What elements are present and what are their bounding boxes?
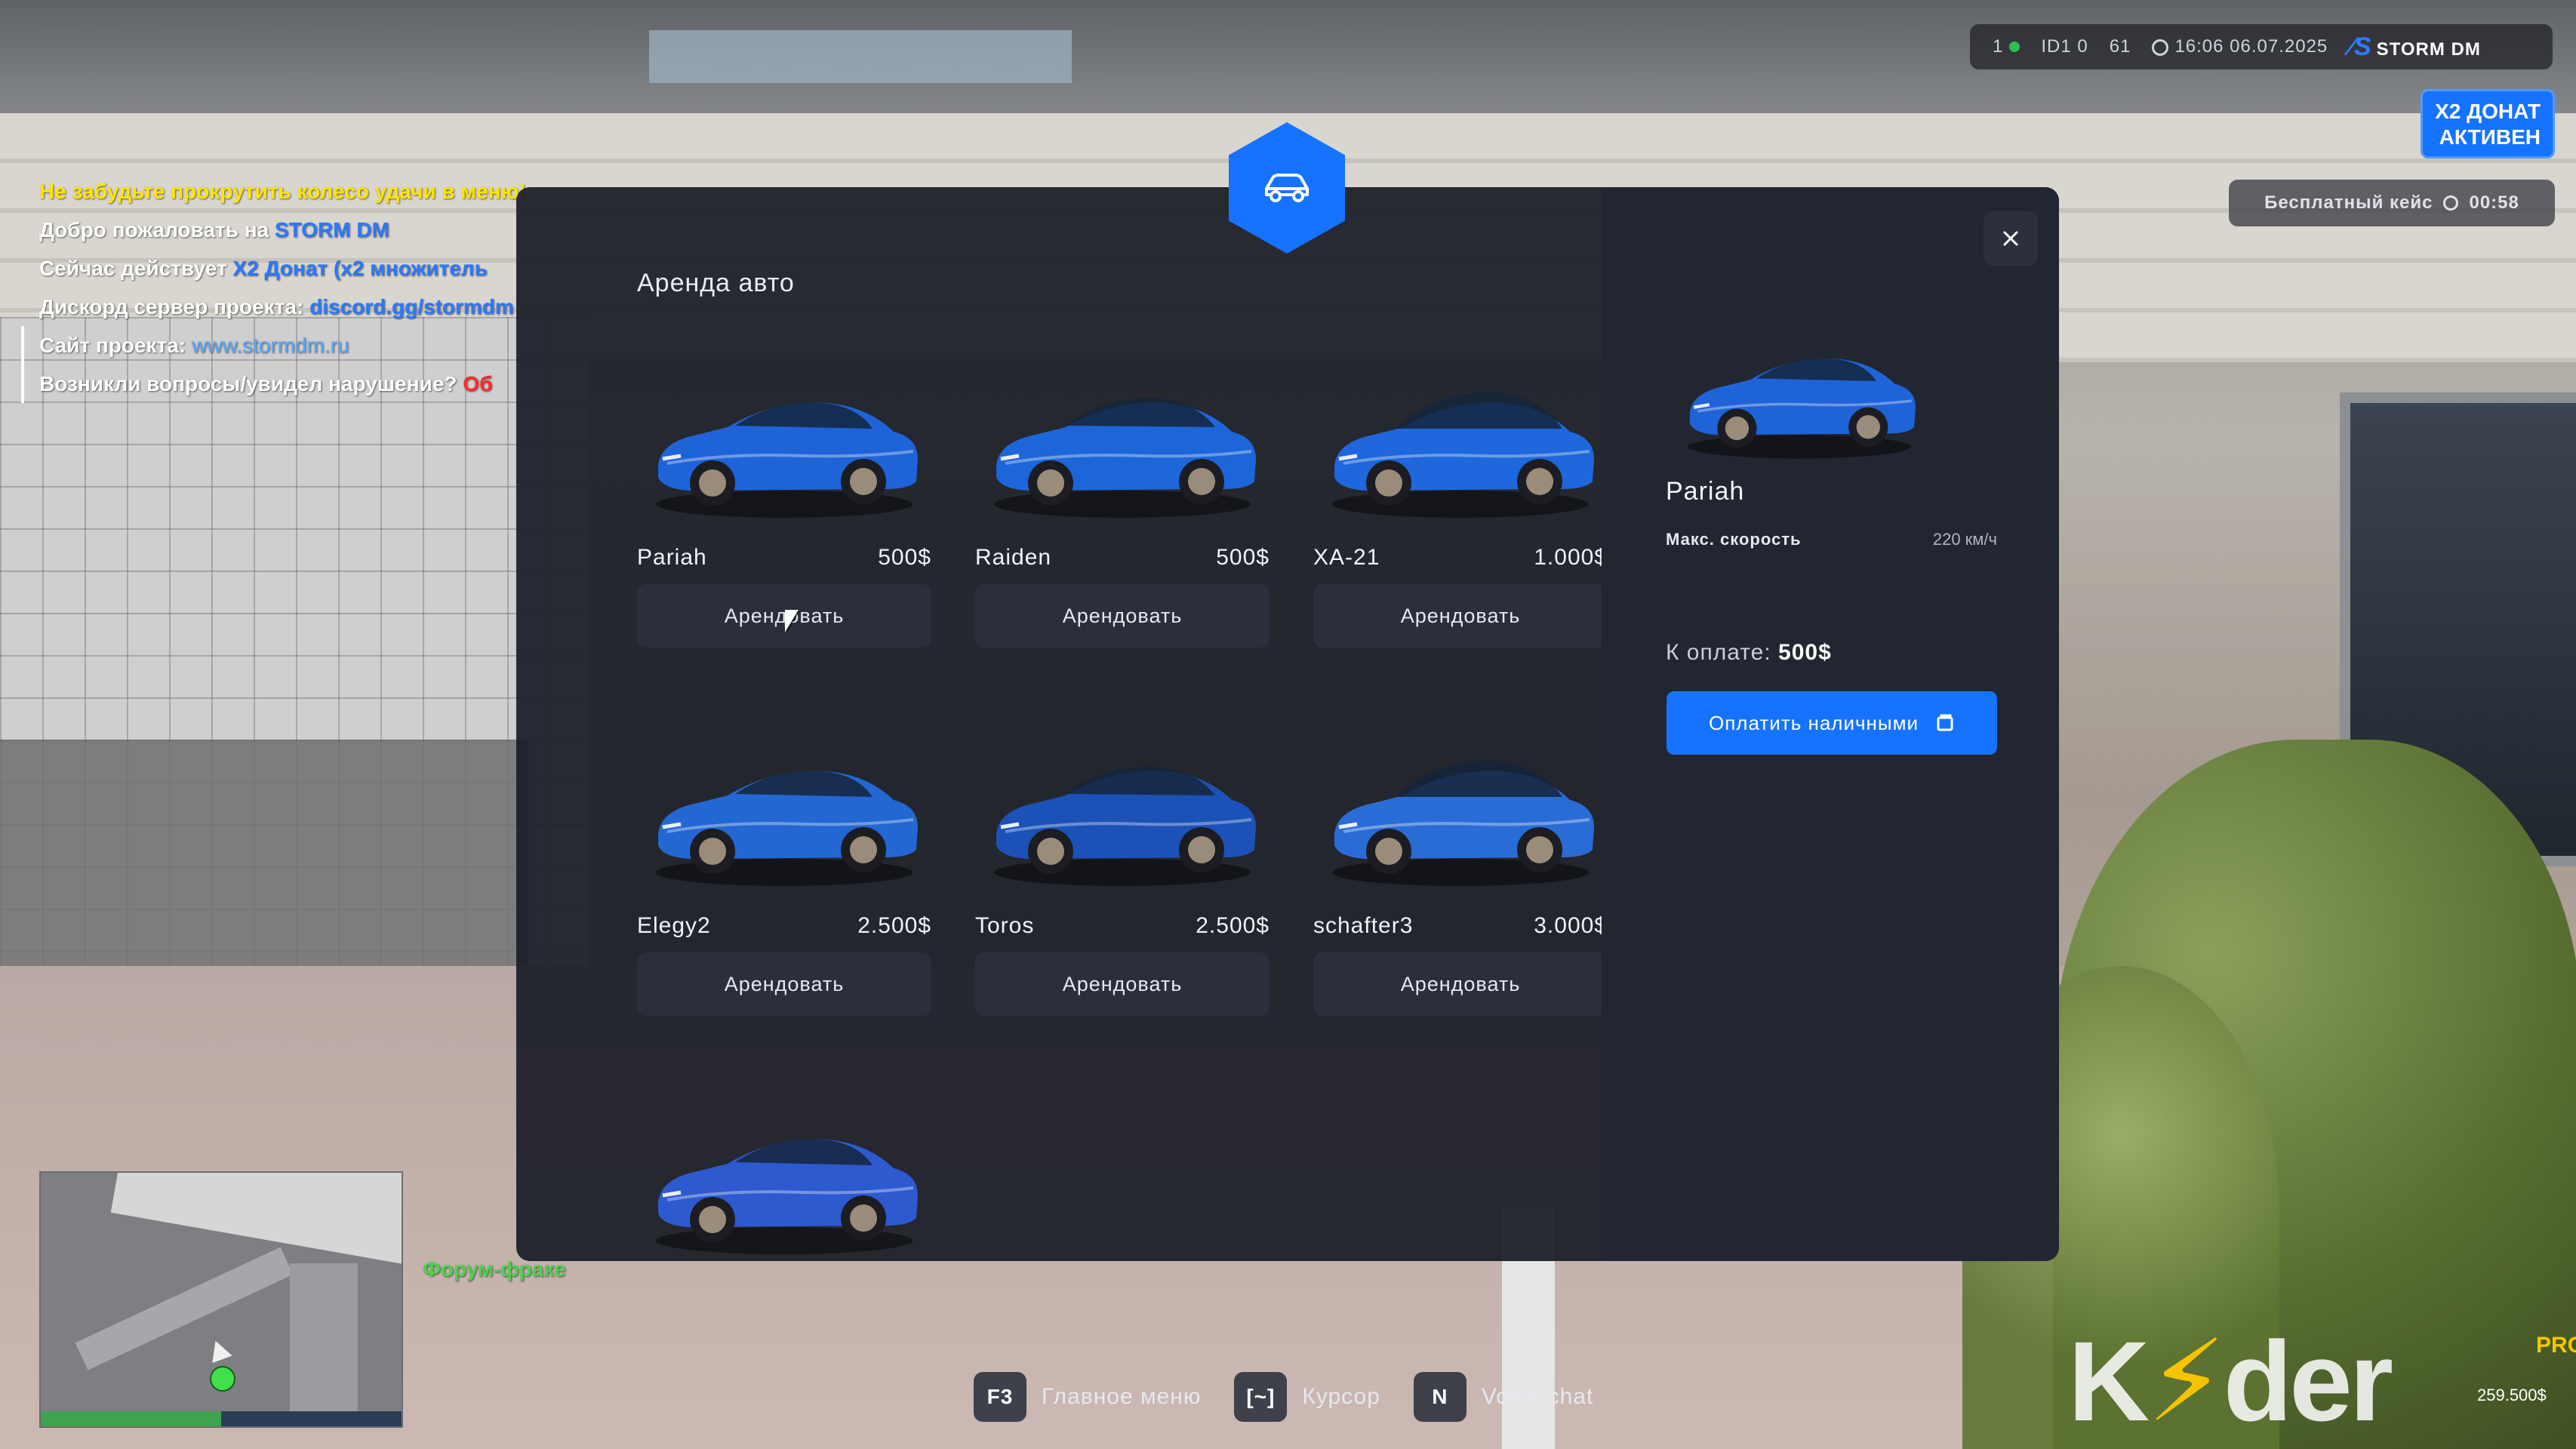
car-image[interactable] bbox=[637, 1090, 931, 1259]
chat-line: Дискорд сервер проекта: discord.gg/storm… bbox=[39, 295, 514, 318]
rent-button[interactable]: Арендовать bbox=[1313, 952, 1602, 1016]
max-speed-value: 220 км/ч bbox=[1932, 530, 1997, 549]
car-name: Raiden bbox=[975, 545, 1052, 570]
car-name: schafter3 bbox=[1313, 913, 1414, 938]
car-price: 2.500$ bbox=[857, 913, 931, 938]
pay-cash-label: Оплатить наличными bbox=[1709, 711, 1919, 734]
car-card: Raiden 500$ Арендовать bbox=[975, 353, 1270, 648]
top-status-bar: 1 ID1 0 61 16:06 06.07.2025 ⁄S STORM DM bbox=[1970, 24, 2553, 69]
location-label: Форум-фраке bbox=[423, 1257, 566, 1281]
background-floor bbox=[0, 740, 528, 981]
donate-line2: АКТИВЕН bbox=[2439, 125, 2541, 149]
car-image[interactable] bbox=[1313, 721, 1602, 895]
car-image[interactable] bbox=[637, 721, 931, 895]
chat-line: Добро пожаловать на STORM DM bbox=[39, 218, 389, 242]
player-arrow-icon bbox=[205, 1337, 232, 1364]
rent-button[interactable]: Арендовать bbox=[637, 584, 931, 648]
donate-line1: X2 ДОНАТ bbox=[2435, 100, 2541, 123]
car-price: 1.000$ bbox=[1534, 545, 1602, 570]
car-price: 500$ bbox=[878, 545, 931, 570]
storm-logo-icon: ⁄S bbox=[2349, 32, 2372, 61]
car-card: Toros 2.500$ Арендовать bbox=[975, 721, 1270, 1016]
alien-marker-icon bbox=[210, 1366, 235, 1392]
chat-line: Сайт проекта: www.stormdm.ru bbox=[21, 326, 526, 365]
health-fill bbox=[41, 1411, 221, 1426]
watermark-logo: K⚡der bbox=[2068, 1318, 2393, 1444]
clock-icon bbox=[2152, 38, 2169, 56]
chat-log: Не забудьте прокрутить колесо удачи в ме… bbox=[21, 172, 526, 403]
chat-line: Возникли вопросы/увидел нарушение? Об bbox=[21, 365, 526, 403]
car-info-row: schafter3 3.000$ bbox=[1313, 913, 1602, 939]
page-title: Аренда авто bbox=[637, 269, 795, 297]
pro-badge: PRO bbox=[2536, 1333, 2576, 1358]
hint-label: Курсор bbox=[1302, 1384, 1380, 1409]
chat-line: Сейчас действует X2 Донат (x2 множитель bbox=[39, 257, 488, 280]
chat-line: Не забудьте прокрутить колесо удачи в ме… bbox=[39, 180, 526, 203]
car-card: schafter3 3.000$ Арендовать bbox=[1313, 721, 1602, 1016]
hint-cursor: [~] Курсор bbox=[1234, 1372, 1380, 1422]
max-speed-label: Макс. скорость bbox=[1666, 530, 1802, 549]
key-f3: F3 bbox=[974, 1372, 1026, 1422]
key-n: N bbox=[1413, 1372, 1467, 1422]
balance-overlay: 259.500$ bbox=[2477, 1386, 2547, 1404]
car-card: XA-21 1.000$ Арендовать bbox=[1313, 353, 1602, 648]
total-price: К оплате: 500$ bbox=[1666, 640, 1832, 665]
car-card: Pariah 500$ Арендовать bbox=[637, 353, 931, 648]
car-name: XA-21 bbox=[1313, 545, 1380, 570]
pay-cash-button[interactable]: Оплатить наличными bbox=[1667, 691, 1997, 755]
car-name: Elegy2 bbox=[637, 913, 711, 938]
hint-voice: N Voice chat bbox=[1413, 1372, 1594, 1422]
ping: 61 bbox=[2109, 36, 2131, 57]
car-image[interactable] bbox=[975, 721, 1270, 895]
player-id: ID1 0 bbox=[2041, 36, 2088, 57]
key-tilde: [~] bbox=[1234, 1372, 1288, 1422]
car-image[interactable] bbox=[637, 353, 931, 527]
close-button[interactable] bbox=[1984, 211, 2038, 266]
car-image[interactable] bbox=[975, 353, 1270, 527]
car-icon bbox=[1265, 174, 1309, 202]
mouse-cursor-icon bbox=[785, 610, 799, 632]
free-case-timer[interactable]: Бесплатный кейс 00:58 bbox=[2229, 180, 2555, 226]
minimap-road bbox=[110, 1173, 402, 1268]
players-online: 1 bbox=[1993, 36, 2020, 57]
hint-label: Главное меню bbox=[1042, 1384, 1202, 1409]
brand-logo: ⁄S STORM DM bbox=[2349, 32, 2481, 61]
car-info-row: Pariah 500$ bbox=[637, 545, 931, 571]
car-info-row: Elegy2 2.500$ bbox=[637, 913, 931, 939]
car-price: 2.500$ bbox=[1196, 913, 1270, 938]
timer-icon bbox=[2443, 195, 2459, 211]
car-card: Elegy2 2.500$ Арендовать bbox=[637, 721, 931, 1016]
wallet-icon bbox=[1937, 714, 1953, 731]
minimap-road bbox=[75, 1247, 294, 1371]
online-dot-icon bbox=[2009, 42, 2020, 52]
car-name: Toros bbox=[975, 913, 1035, 938]
rent-button[interactable]: Арендовать bbox=[1313, 584, 1602, 648]
minimap bbox=[39, 1171, 403, 1428]
free-case-time: 00:58 bbox=[2469, 192, 2519, 213]
rent-button[interactable]: Арендовать bbox=[637, 952, 931, 1016]
car-price: 3.000$ bbox=[1534, 913, 1602, 938]
car-image[interactable] bbox=[1313, 353, 1602, 527]
rent-button[interactable]: Арендовать bbox=[975, 952, 1270, 1016]
rent-button[interactable]: Арендовать bbox=[975, 584, 1270, 648]
selected-car-image bbox=[1688, 358, 1916, 459]
hint-main-menu: F3 Главное меню bbox=[974, 1372, 1201, 1422]
minimap-road bbox=[290, 1263, 358, 1426]
car-name: Pariah bbox=[637, 545, 707, 570]
donate-banner: X2 ДОНАТ АКТИВЕН bbox=[2421, 89, 2555, 158]
close-icon bbox=[2003, 231, 2018, 246]
hint-label: Voice chat bbox=[1481, 1384, 1594, 1409]
keybind-hints: F3 Главное меню [~] Курсор N Voice chat bbox=[974, 1372, 1627, 1422]
health-bar bbox=[41, 1411, 402, 1426]
car-card bbox=[637, 1090, 931, 1259]
selected-car-name: Pariah bbox=[1666, 477, 1745, 506]
car-grid: Pariah 500$ Арендовать Raiden 500$ Арендоват… bbox=[637, 353, 1602, 1259]
datetime: 16:06 06.07.2025 bbox=[2152, 36, 2328, 57]
car-info-row: Toros 2.500$ bbox=[975, 913, 1270, 939]
car-price: 500$ bbox=[1216, 545, 1270, 570]
car-info-row: Raiden 500$ bbox=[975, 545, 1270, 571]
car-info-row: XA-21 1.000$ bbox=[1313, 545, 1602, 571]
background-sky-strip bbox=[649, 30, 1072, 83]
free-case-label: Бесплатный кейс bbox=[2264, 192, 2433, 213]
